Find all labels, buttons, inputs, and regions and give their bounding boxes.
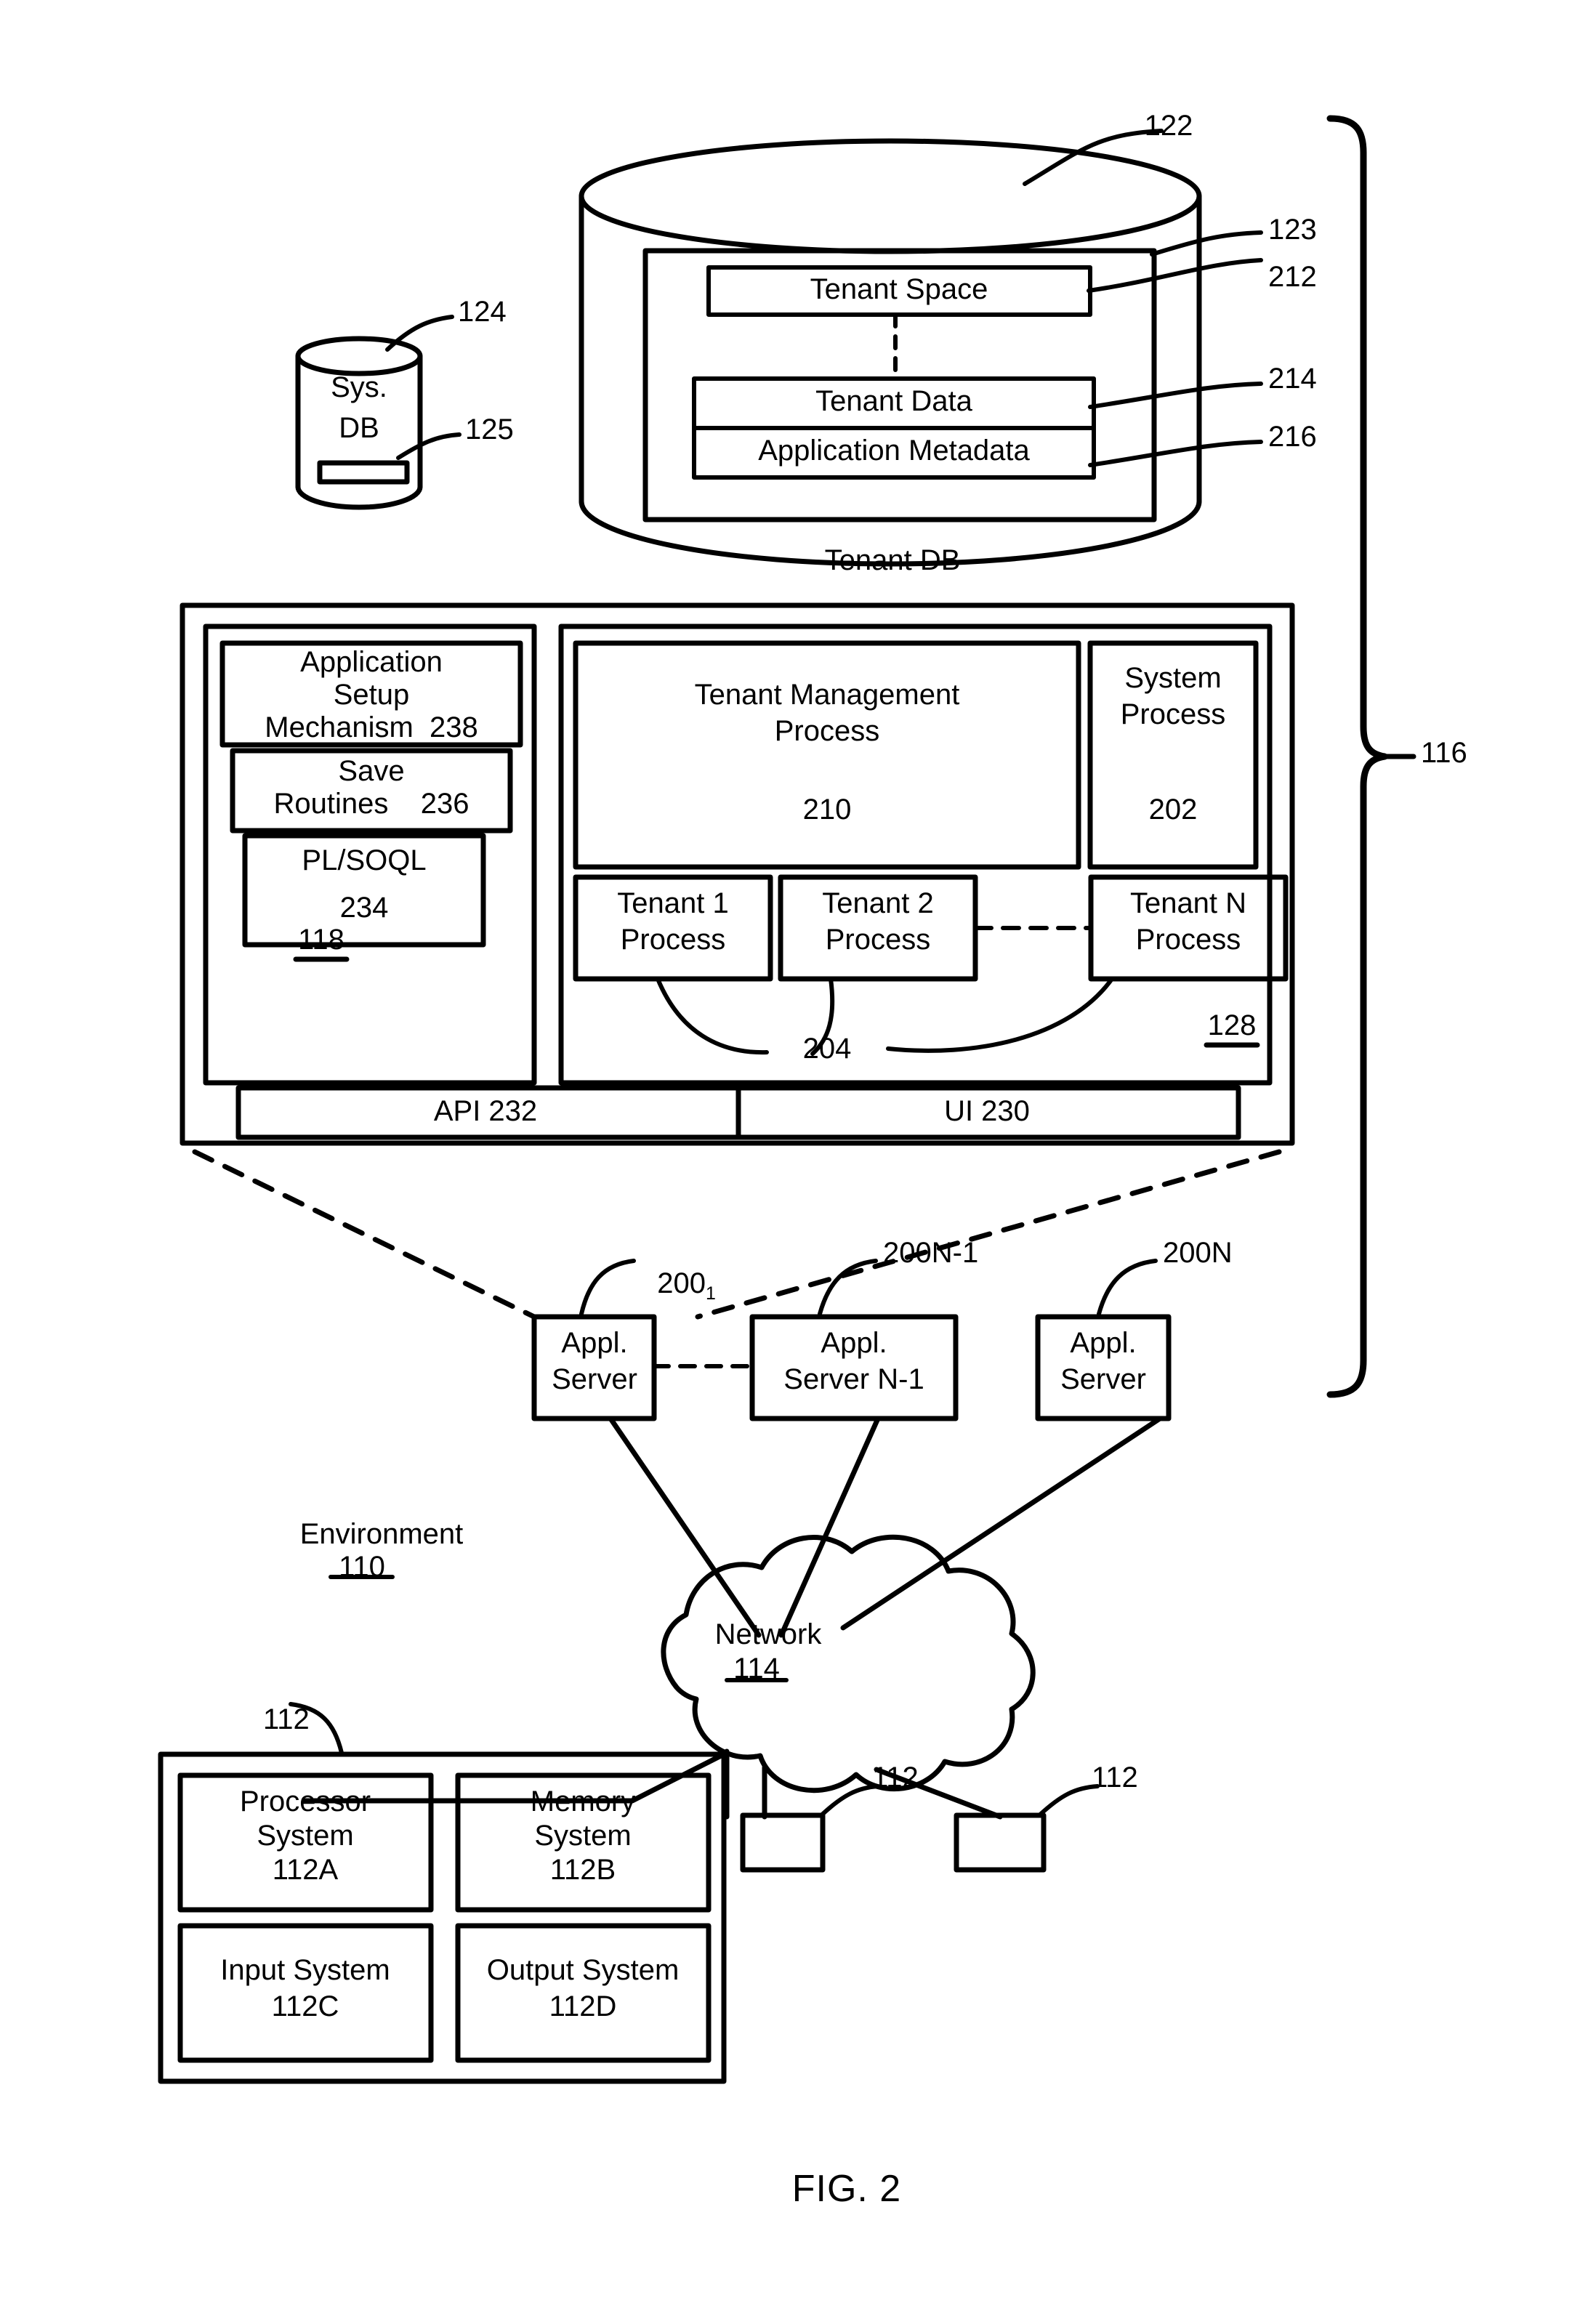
- processor-system-line-2: System: [257, 1820, 354, 1852]
- ref-116: 116: [1421, 737, 1467, 769]
- tenant-management-process-box: [573, 640, 1081, 870]
- processor-system-line-3: 112A: [272, 1854, 339, 1886]
- output-system-line-2: 112D: [549, 1990, 617, 2022]
- tenant-management-process-line-2: Process: [774, 715, 880, 747]
- ref-200-1-subscript: 1: [705, 1283, 716, 1304]
- system-process-line-2: Process: [1120, 698, 1226, 730]
- scope-brace-116: [1326, 115, 1388, 1398]
- sys-db-slot: [317, 460, 410, 485]
- leader-214: [1088, 382, 1263, 409]
- input-system-line-2: 112C: [271, 1990, 339, 2022]
- environment-label: Environment: [299, 1518, 464, 1550]
- memory-system-line-3: 112B: [549, 1854, 616, 1886]
- server-n-to-network-line: [840, 1416, 1163, 1631]
- ref-204: 204: [802, 1033, 852, 1065]
- processor-system-line-1: Processor: [239, 1786, 371, 1817]
- ref-212: 212: [1268, 261, 1317, 293]
- ref-200-n-1: 200N-1: [883, 1237, 979, 1269]
- ref-200-1: 200: [657, 1267, 706, 1299]
- ref-125: 125: [465, 413, 514, 445]
- appl-server-n-line-1: Appl.: [1070, 1327, 1137, 1359]
- expansion-line-right: [695, 1149, 1282, 1320]
- network-label: Network: [714, 1618, 822, 1650]
- leader-200-1: [579, 1259, 636, 1316]
- leader-216: [1088, 440, 1263, 467]
- leader-204-c: [886, 977, 1114, 1053]
- leader-client-112-b: [1037, 1784, 1100, 1817]
- spacer: [436, 1744, 765, 1788]
- tenant-space-label: Tenant Space: [810, 273, 988, 305]
- ref-123: 123: [1268, 214, 1317, 246]
- ref-118: 118: [298, 924, 344, 956]
- save-routines-line-1: Save: [338, 755, 405, 787]
- leader-200-n: [1097, 1259, 1158, 1316]
- server-n-1-to-network-line: [778, 1416, 881, 1638]
- sys-db-line-1: Sys.: [331, 371, 387, 403]
- application-setup-mechanism-line-1: Application: [300, 646, 443, 678]
- application-setup-mechanism-line-3: Mechanism 238: [265, 711, 478, 743]
- tenant-1-process-line-2: Process: [620, 924, 726, 956]
- ref-122: 122: [1144, 110, 1193, 142]
- tenant-2-process-line-2: Process: [825, 924, 931, 956]
- ref-200-n: 200N: [1163, 1237, 1233, 1269]
- tenant-n-process-line-1: Tenant N: [1129, 887, 1247, 919]
- system-process-line-1: System: [1124, 662, 1222, 694]
- client-box-2: [954, 1812, 1047, 1873]
- ref-210: 210: [802, 794, 852, 826]
- ref-112-user-system: 112: [263, 1703, 310, 1735]
- patent-figure-2: 122 123 212 214 216 Tenant Space Tenant …: [0, 0, 1588, 2324]
- ref-202: 202: [1148, 794, 1198, 826]
- ref-124: 124: [458, 296, 507, 328]
- appl-server-1-line-2: Server: [552, 1363, 637, 1395]
- ref-114: 114: [733, 1653, 780, 1685]
- sys-db-line-2: DB: [339, 412, 379, 444]
- figure-caption: FIG. 2: [791, 2168, 902, 2210]
- appl-server-1-line-1: Appl.: [561, 1327, 628, 1359]
- tenant-1-process-line-1: Tenant 1: [617, 887, 729, 919]
- ref-110: 110: [339, 1551, 385, 1583]
- leader-122: [1023, 129, 1164, 186]
- application-metadata-label: Application Metadata: [758, 435, 1030, 467]
- memory-system-line-1: Memory: [530, 1786, 636, 1817]
- ref-200-1-group: 2001: [641, 1238, 716, 1303]
- memory-system-line-2: System: [534, 1820, 632, 1852]
- tenant-n-process-line-2: Process: [1135, 924, 1241, 956]
- ref-112-client-1: 112: [872, 1762, 919, 1794]
- leader-125: [396, 432, 462, 460]
- tenant-2-process-line-1: Tenant 2: [822, 887, 934, 919]
- server1-to-network-line: [608, 1416, 762, 1638]
- ref-214: 214: [1268, 363, 1317, 395]
- output-system-line-1: Output System: [486, 1954, 680, 1986]
- leader-200-n-1: [818, 1259, 878, 1316]
- client-box-1: [740, 1812, 826, 1873]
- appl-server-n-line-2: Server: [1060, 1363, 1146, 1395]
- tenant-data-label: Tenant Data: [815, 385, 972, 417]
- tenant-db-cylinder: [579, 138, 1202, 567]
- application-setup-mechanism-line-2: Setup: [333, 679, 410, 711]
- leader-204-a: [656, 977, 769, 1055]
- ref-112-client-2: 112: [1092, 1762, 1138, 1794]
- ref-128: 128: [1207, 1009, 1257, 1041]
- expansion-line-left: [192, 1149, 537, 1320]
- tenant-management-process-line-1: Tenant Management: [694, 679, 960, 711]
- appl-server-n-1-line-2: Server N-1: [783, 1363, 924, 1395]
- tenant-db-label: Tenant DB: [824, 544, 961, 576]
- ui-label: UI 230: [944, 1095, 1030, 1127]
- save-routines-line-2: Routines 236: [273, 788, 469, 820]
- input-system-line-1: Input System: [220, 1954, 390, 1986]
- api-label: API 232: [433, 1095, 538, 1127]
- leader-212: [1087, 258, 1263, 293]
- plsoql-line-1: PL/SOQL: [302, 844, 427, 876]
- ref-216: 216: [1268, 421, 1317, 453]
- appl-server-n-1-line-1: Appl.: [821, 1327, 887, 1359]
- leader-123: [1150, 230, 1263, 257]
- plsoql-line-2: 234: [339, 892, 389, 924]
